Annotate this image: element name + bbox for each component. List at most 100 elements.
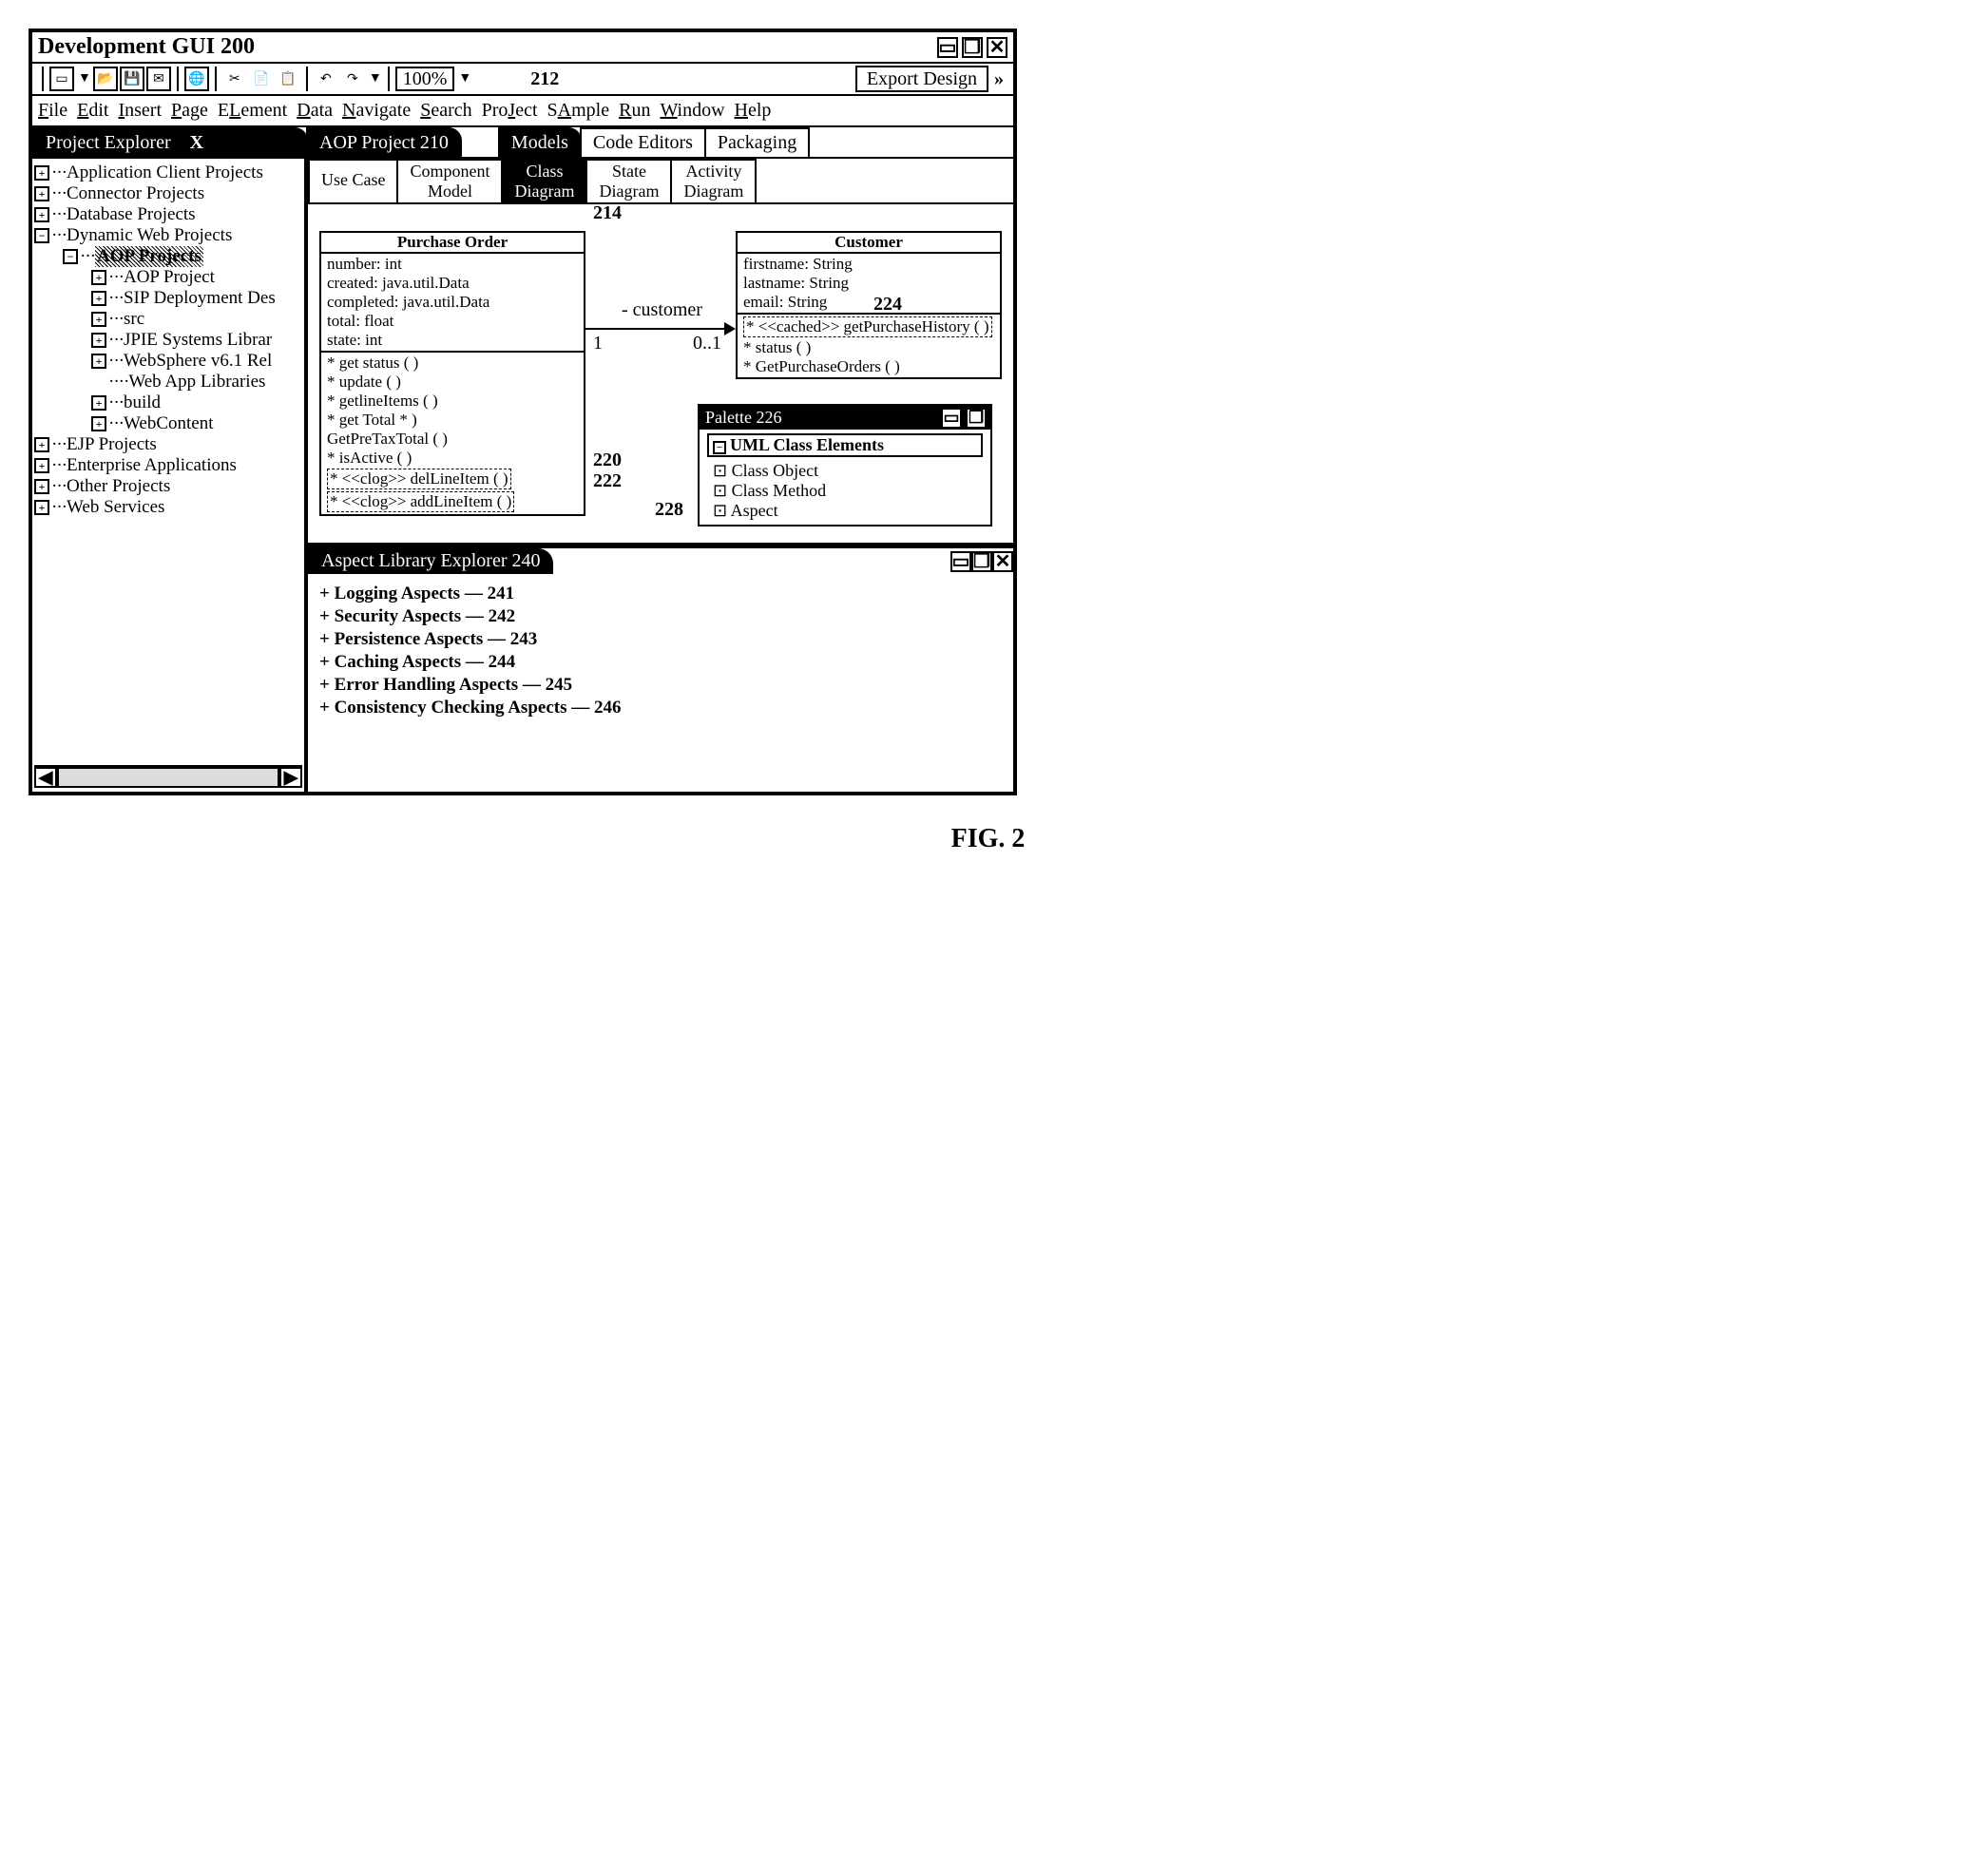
subtab-state-diagram[interactable]: StateDiagram [585,159,672,202]
toolbar-overflow-icon[interactable]: » [990,68,1007,90]
aspect-library-tab[interactable]: Aspect Library Explorer 240 [308,548,553,574]
palette-item-aspect[interactable]: ⊡ Aspect [707,501,983,521]
tree-sip[interactable]: +···SIP Deployment Des [34,288,302,309]
body: +···Application Client Projects +···Conn… [32,159,1013,792]
aspect-item-error[interactable]: + Error Handling Aspects — 245 [319,675,1002,696]
cut-icon[interactable]: ✂ [222,67,247,91]
aspect-item-security[interactable]: + Security Aspects — 242 [319,606,1002,627]
palette-item-class-object[interactable]: ⊡ Class Object [707,461,983,481]
tree-ejp[interactable]: +···EJP Projects [34,434,302,455]
uml-po-aspect-dellineitem[interactable]: * <<clog>> delLineItem ( ) [327,469,511,489]
tab-packaging[interactable]: Packaging [704,127,810,157]
uml-class-purchase-order[interactable]: Purchase Order number: int created: java… [319,231,585,516]
menu-insert[interactable]: Insert [118,100,162,122]
tree-jpie[interactable]: +···JPIE Systems Librar [34,330,302,351]
paste-icon[interactable]: 📋 [276,67,300,91]
tab-models[interactable]: Models [498,127,582,157]
assoc-mult-right: 0..1 [693,333,721,354]
aspectlib-close-icon[interactable]: ✕ [992,551,1013,572]
tree-connector[interactable]: +···Connector Projects [34,183,302,204]
maximize-icon[interactable]: ❐ [962,37,983,58]
tree-entapp[interactable]: +···Enterprise Applications [34,455,302,476]
uml-po-aspect-addlineitem[interactable]: * <<clog>> addLineItem ( ) [327,491,514,512]
subtab-class-diagram[interactable]: ClassDiagram [501,159,587,202]
menu-file[interactable]: File [38,100,67,122]
subtab-use-case[interactable]: Use Case [308,159,398,202]
palette-max-icon[interactable]: ❐ [968,410,985,427]
subtab-component-model[interactable]: ComponentModel [396,159,503,202]
zoom-dropdown-icon[interactable]: ▼ [458,71,471,86]
uml-customer-aspect-cached[interactable]: * <<cached>> getPurchaseHistory ( ) [743,316,992,337]
diagram-canvas[interactable]: 214 Purchase Order number: int created: … [308,204,1013,546]
save-icon[interactable]: 💾 [120,67,144,91]
menu-data[interactable]: Data [297,100,333,122]
undo-icon[interactable]: ↶ [314,67,338,91]
tab-code-editors[interactable]: Code Editors [580,127,706,157]
palette-min-icon[interactable]: ▭ [943,410,960,427]
tree-aop-projects[interactable]: −···AOP Projects [34,246,302,267]
palette-panel[interactable]: Palette 226 ▭ ❐ −UML Class Elements ⊡ Cl… [698,404,992,526]
aspectlib-max-icon[interactable]: ❐ [971,551,992,572]
subtab-activity-diagram[interactable]: ActivityDiagram [670,159,757,202]
new-dropdown-icon[interactable]: ▼ [78,71,91,86]
tree-websvc[interactable]: +···Web Services [34,497,302,518]
globe-icon[interactable]: 🌐 [184,67,209,91]
mail-icon[interactable]: ✉ [146,67,171,91]
menu-run[interactable]: Run [619,100,650,122]
aspect-item-persistence[interactable]: + Persistence Aspects — 243 [319,629,1002,650]
uml-association[interactable] [585,328,726,330]
new-icon[interactable]: ▭ [49,67,74,91]
close-icon[interactable]: ✕ [987,37,1007,58]
copy-icon[interactable]: 📄 [249,67,274,91]
tree-dynweb[interactable]: −···Dynamic Web Projects [34,225,302,246]
tab-close-icon[interactable]: X [190,132,203,154]
menu-window[interactable]: Window [660,100,724,122]
export-design-button[interactable]: Export Design [855,66,988,92]
tree-src[interactable]: +···src [34,309,302,330]
open-icon[interactable]: 📂 [93,67,118,91]
aspect-item-logging[interactable]: + Logging Aspects — 241 [319,584,1002,604]
menu-search[interactable]: Search [420,100,471,122]
annotation-214: 214 [593,202,622,224]
assoc-label: - customer [622,299,702,321]
scroll-left-icon[interactable]: ◀ [34,767,57,788]
sidebar-scrollbar[interactable]: ◀ ▶ [34,765,302,788]
aspect-item-caching[interactable]: + Caching Aspects — 244 [319,652,1002,673]
menu-sample[interactable]: SAmple [547,100,610,122]
uml-customer-ops: * <<cached>> getPurchaseHistory ( ) * st… [738,315,1000,377]
tab-aop-project[interactable]: AOP Project 210 [306,127,462,157]
tree-websphere[interactable]: +···WebSphere v6.1 Rel [34,351,302,372]
menu-navigate[interactable]: Navigate [342,100,411,122]
tree-aop-project[interactable]: +···AOP Project [34,267,302,288]
aspect-item-consistency[interactable]: + Consistency Checking Aspects — 246 [319,698,1002,718]
tree-other[interactable]: +···Other Projects [34,476,302,497]
tree-webcontent[interactable]: +···WebContent [34,413,302,434]
tree-database[interactable]: +···Database Projects [34,204,302,225]
uml-customer-title: Customer [738,233,1000,254]
menu-help[interactable]: Help [735,100,772,122]
uml-customer-attrs: firstname: String lastname: String email… [738,254,1000,315]
top-tab-row: Project Explorer X AOP Project 210 Model… [32,127,1013,159]
menu-element[interactable]: ELement [218,100,287,122]
tree-build[interactable]: +···build [34,392,302,413]
tree-webapp[interactable]: ····Web App Libraries [34,372,302,392]
scroll-right-icon[interactable]: ▶ [279,767,302,788]
annotation-222: 222 [593,470,622,492]
annotation-220: 220 [593,450,622,471]
annotation-212: 212 [530,68,559,90]
aspectlib-min-icon[interactable]: ▭ [950,551,971,572]
titlebar: Development GUI 200 ▭ ❐ ✕ [32,32,1013,64]
zoom-field[interactable]: 100% [395,67,455,91]
menu-page[interactable]: Page [171,100,208,122]
minimize-icon[interactable]: ▭ [937,37,958,58]
menu-project[interactable]: ProJect [482,100,538,122]
palette-item-class-method[interactable]: ⊡ Class Method [707,481,983,501]
toolbar: ▭ ▼ 📂 💾 ✉ 🌐 ✂ 📄 📋 ↶ ↷ ▼ 100% ▼ 212 Expor… [32,64,1013,96]
menu-edit[interactable]: Edit [77,100,108,122]
redo-dropdown-icon[interactable]: ▼ [369,71,382,86]
uml-class-customer[interactable]: Customer firstname: String lastname: Str… [736,231,1002,379]
tab-project-explorer[interactable]: Project Explorer X [32,127,308,157]
redo-icon[interactable]: ↷ [340,67,365,91]
palette-group[interactable]: −UML Class Elements [707,433,983,457]
tree-app-client[interactable]: +···Application Client Projects [34,163,302,183]
